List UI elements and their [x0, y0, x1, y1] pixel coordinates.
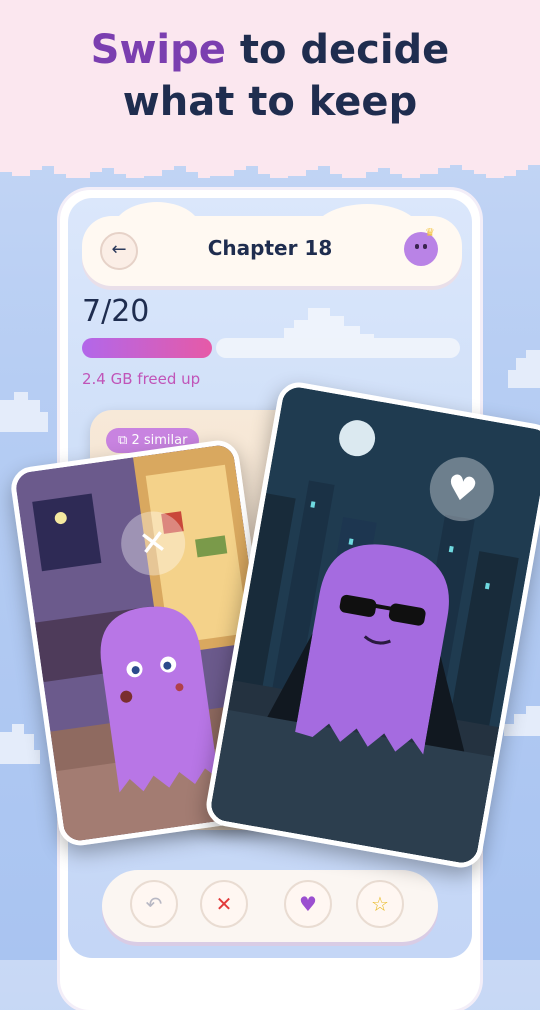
- avatar-eye: [423, 244, 427, 249]
- crown-icon: ♛: [425, 226, 435, 239]
- favorite-button[interactable]: ☆: [356, 880, 404, 928]
- hero-title-rest: to decide: [225, 27, 450, 73]
- progress-bar-fill: [82, 338, 212, 358]
- hero-title-accent: Swipe: [90, 27, 226, 73]
- hero-title: Swipe to decide what to keep: [0, 24, 540, 128]
- progress-count: 7/20: [82, 294, 150, 329]
- background-cloud: [0, 392, 48, 432]
- copy-icon: ⧉: [118, 433, 128, 448]
- background-cloud: [508, 350, 540, 388]
- background-cloud: [0, 724, 40, 764]
- avatar-eye: [415, 244, 419, 249]
- hero-title-line-2: what to keep: [122, 79, 418, 125]
- progress-bar-track: [216, 338, 460, 358]
- keep-button[interactable]: ♥: [284, 880, 332, 928]
- freed-space-label: 2.4 GB freed up: [82, 370, 201, 388]
- ghost-avatar-icon[interactable]: ♛: [404, 226, 438, 266]
- pixel-cloud-edge: [0, 150, 540, 178]
- reject-button[interactable]: ✕: [200, 880, 248, 928]
- undo-icon[interactable]: ↶: [130, 880, 178, 928]
